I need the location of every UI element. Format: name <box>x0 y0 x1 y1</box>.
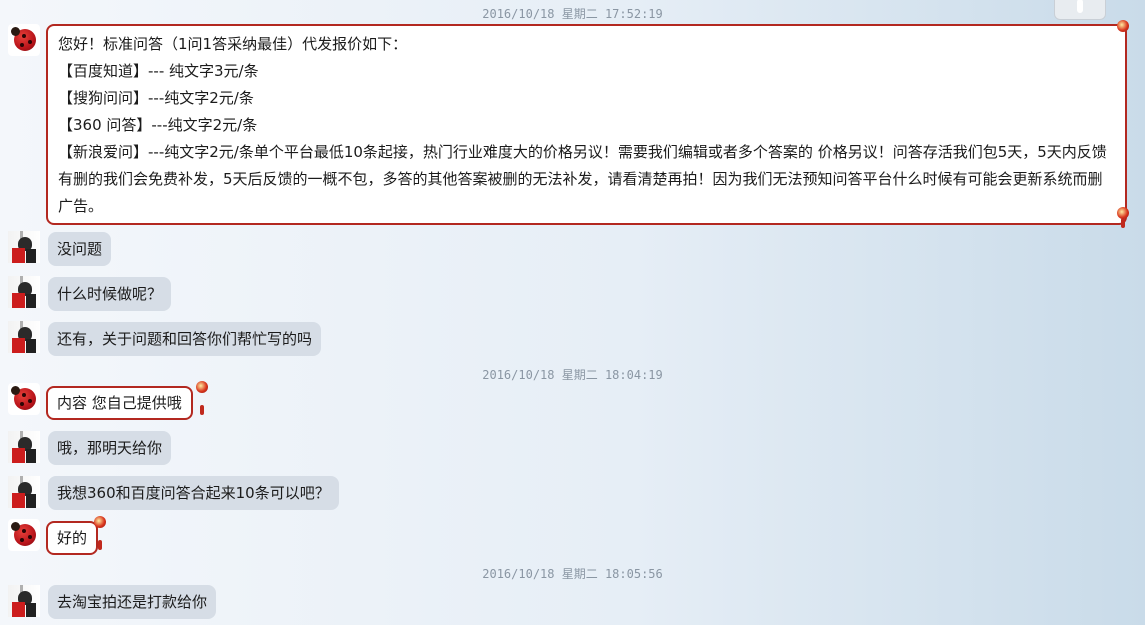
seller-avatar-icon[interactable] <box>8 24 40 56</box>
knot-tassel-icon <box>98 540 102 550</box>
message-line: 您好！标准问答（1问1答采纳最佳）代发报价如下： <box>58 35 408 53</box>
chinese-knot-icon <box>1117 20 1129 32</box>
timestamp-3: 2016/10/18 星期二 18:05:56 <box>482 567 663 581</box>
seller-message-price-list: 您好！标准问答（1问1答采纳最佳）代发报价如下： 【百度知道】--- 纯文字3元… <box>46 24 1127 225</box>
buyer-message: 没问题 <box>48 232 112 266</box>
buyer-avatar-icon[interactable] <box>8 585 40 617</box>
seller-message: 好的 <box>46 521 99 555</box>
seller-avatar-icon[interactable] <box>8 383 40 415</box>
message-line: 【百度知道】--- 纯文字3元/条 <box>58 62 259 80</box>
buyer-avatar-icon[interactable] <box>8 231 40 263</box>
timestamp-2: 2016/10/18 星期二 18:04:19 <box>482 368 663 382</box>
message-line: 【360 问答】---纯文字2元/条 <box>58 116 258 134</box>
buyer-avatar-icon[interactable] <box>8 276 40 308</box>
seller-avatar-icon[interactable] <box>8 519 40 551</box>
knot-tassel-icon <box>200 405 204 415</box>
buyer-message: 去淘宝拍还是打款给你 <box>48 585 217 619</box>
buyer-avatar-icon[interactable] <box>8 476 40 508</box>
chinese-knot-icon <box>94 516 106 528</box>
buyer-message: 还有，关于问题和回答你们帮忙写的吗 <box>48 322 322 356</box>
timestamp-1: 2016/10/18 星期二 17:52:19 <box>482 7 663 21</box>
knot-tassel-icon <box>1121 218 1125 228</box>
chinese-knot-icon <box>196 381 208 393</box>
seller-message: 内容 您自己提供哦 <box>46 386 193 420</box>
buyer-avatar-icon[interactable] <box>8 321 40 353</box>
buyer-message: 哦，那明天给你 <box>48 431 172 465</box>
buyer-avatar-icon[interactable] <box>8 431 40 463</box>
buyer-message: 什么时候做呢？ <box>48 277 172 311</box>
buyer-message: 我想360和百度问答合起来10条可以吧？ <box>48 476 339 510</box>
message-line: 【新浪爱问】---纯文字2元/条单个平台最低10条起接，热门行业难度大的价格另议… <box>58 143 1107 215</box>
message-line: 【搜狗问问】---纯文字2元/条 <box>58 89 254 107</box>
